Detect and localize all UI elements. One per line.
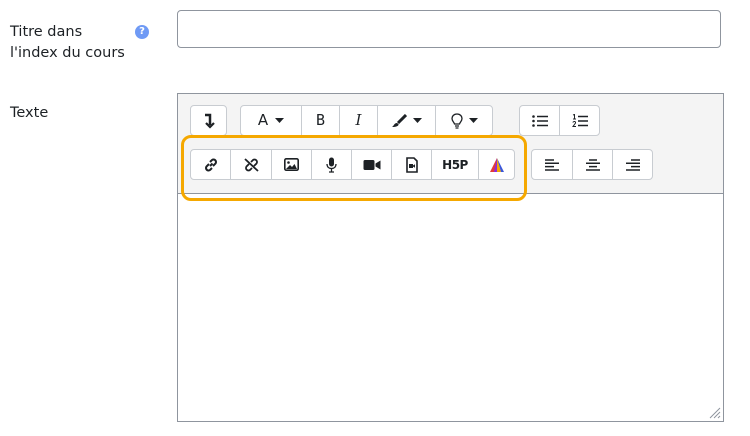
- editor-content-area[interactable]: [178, 194, 723, 421]
- media-file-icon: [405, 156, 418, 173]
- lightbulb-icon: [450, 112, 463, 129]
- align-right-icon: [625, 158, 640, 171]
- numbered-list-icon: [571, 113, 588, 128]
- toolbar-group-align: [531, 149, 653, 180]
- dropdown-caret-icon: [468, 118, 478, 123]
- insert-h5p-button[interactable]: H5P: [431, 149, 479, 180]
- paint-brush-icon: [391, 113, 407, 128]
- italic-button[interactable]: I: [339, 105, 378, 136]
- unordered-list-button[interactable]: [519, 105, 560, 136]
- wiris-triangle-icon: [488, 157, 506, 173]
- dropdown-caret-icon: [275, 118, 285, 123]
- help-icon[interactable]: ?: [135, 25, 149, 39]
- paragraph-styles-button[interactable]: A: [240, 105, 302, 136]
- dropdown-caret-icon: [413, 118, 422, 123]
- record-audio-button[interactable]: [311, 149, 352, 180]
- toolbar-group-insert: H5P: [190, 149, 515, 180]
- image-icon: [284, 158, 299, 171]
- toolbar-group-lists: [519, 105, 600, 136]
- unlink-icon: [243, 157, 260, 173]
- italic-icon: I: [355, 111, 362, 129]
- toolbar-group-style: A B I: [240, 105, 493, 136]
- align-left-button[interactable]: [531, 149, 573, 180]
- font-style-icon: A: [257, 111, 269, 129]
- wiris-math-button[interactable]: [478, 149, 515, 180]
- ordered-list-button[interactable]: [559, 105, 600, 136]
- link-icon: [203, 157, 219, 173]
- bold-icon: B: [315, 111, 326, 129]
- editor-toolbar: A B I H5P: [178, 94, 723, 194]
- accessibility-tools-button[interactable]: [435, 105, 493, 136]
- toolbar-group-collapse: [190, 105, 227, 136]
- rich-text-editor: A B I H5P: [177, 93, 724, 422]
- align-left-icon: [545, 158, 559, 171]
- text-color-button[interactable]: [377, 105, 436, 136]
- title-field-label: Titre dans l'index du cours: [10, 24, 125, 61]
- bold-button[interactable]: B: [301, 105, 340, 136]
- bulleted-list-icon: [531, 114, 548, 127]
- resize-handle-icon[interactable]: [707, 405, 721, 419]
- unlink-button[interactable]: [230, 149, 272, 180]
- title-input[interactable]: [177, 10, 721, 48]
- link-button[interactable]: [190, 149, 231, 180]
- video-camera-icon: [363, 159, 381, 171]
- show-more-buttons-button[interactable]: [190, 105, 227, 136]
- microphone-icon: [326, 157, 337, 173]
- collapse-arrow-icon: [202, 113, 216, 129]
- record-video-button[interactable]: [351, 149, 392, 180]
- text-field-label: Texte: [10, 105, 49, 121]
- insert-media-button[interactable]: [391, 149, 432, 180]
- insert-image-button[interactable]: [271, 149, 312, 180]
- align-center-button[interactable]: [572, 149, 613, 180]
- align-center-icon: [585, 158, 600, 171]
- align-right-button[interactable]: [612, 149, 653, 180]
- h5p-logo-icon: H5P: [442, 157, 468, 172]
